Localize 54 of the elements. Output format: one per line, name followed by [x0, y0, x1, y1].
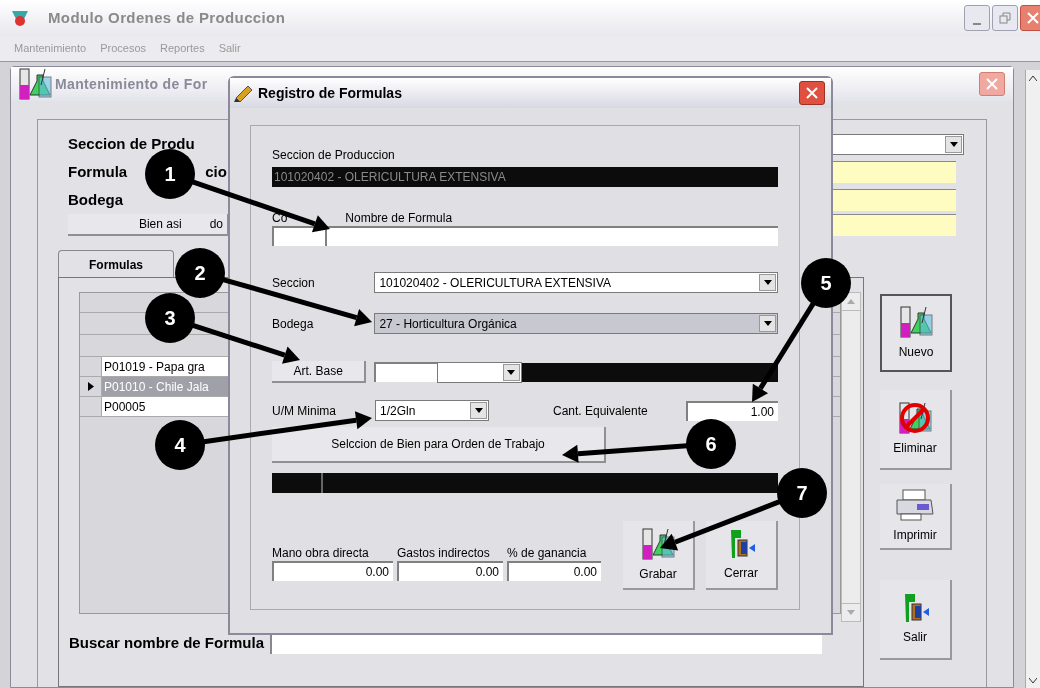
lab-glassware-icon: [898, 305, 934, 339]
restore-icon: [999, 12, 1011, 24]
cost-field[interactable]: 0.00: [507, 561, 601, 581]
art-base-button[interactable]: Art. Base: [272, 361, 367, 383]
field-label: Gastos indirectos: [397, 545, 491, 561]
field-label: Bodega: [68, 189, 123, 210]
search-label: Buscar nombre de Formula: [69, 633, 265, 653]
article-dropdown[interactable]: [437, 361, 522, 383]
toolbar-button[interactable]: Salir: [880, 580, 952, 660]
close-icon: [986, 78, 998, 90]
article-code-field[interactable]: [374, 362, 438, 382]
field-label: Cant. Equivalente: [553, 402, 648, 420]
warehouse-dropdown[interactable]: 27 - Horticultura Orgánica: [374, 313, 778, 334]
field-label: U/M Minima: [272, 402, 337, 420]
field-label: Seccion de Produccion: [272, 147, 396, 162]
cost-field[interactable]: 0.00: [272, 561, 393, 581]
no-glassware-icon: [897, 401, 933, 435]
toolbar-button[interactable]: Imprimir: [880, 484, 952, 550]
scroll-down-icon[interactable]: [1029, 677, 1037, 683]
field-label: Seccion: [272, 274, 316, 292]
unit-dropdown[interactable]: 1/2Gln: [375, 400, 489, 421]
field-label: Mano obra directa: [272, 545, 370, 561]
formula-name-field[interactable]: [324, 226, 778, 246]
quantity-field[interactable]: 1.00: [686, 400, 778, 421]
dialog-button[interactable]: Grabar: [623, 521, 695, 590]
app-logo-icon: [10, 9, 30, 27]
code-field[interactable]: [272, 226, 325, 246]
toolbar-button[interactable]: Eliminar: [880, 390, 952, 470]
printer-icon: [895, 488, 935, 522]
close-icon: [806, 87, 818, 99]
field-label: % de ganancia: [507, 545, 588, 561]
cost-field[interactable]: 0.00: [397, 561, 503, 581]
readonly-field: 101020402 - OLERICULTURA EXTENSIVA: [272, 167, 778, 187]
assign-button[interactable]: Bien asi do: [68, 214, 229, 236]
section-dropdown[interactable]: 101020402 - OLERICULTURA EXTENSIVA: [374, 272, 778, 293]
close-icon: [1027, 12, 1039, 24]
dialog-button[interactable]: Cerrar: [706, 521, 778, 590]
child-window-title: Mantenimiento de For: [55, 74, 208, 94]
close-button[interactable]: [1020, 5, 1040, 31]
field-label: Nombre de Formula: [345, 211, 453, 225]
field-label: Bodega: [272, 315, 315, 333]
toolbar-button[interactable]: Nuevo: [880, 294, 952, 372]
dialog-title: Registro de Formulas: [258, 83, 402, 103]
close-button[interactable]: [799, 81, 825, 105]
field-label: Co: [272, 211, 288, 225]
field-label: Formula: [68, 161, 128, 182]
tab[interactable]: Formulas: [58, 250, 174, 278]
scroll-up-icon[interactable]: [1029, 75, 1037, 81]
close-button[interactable]: [979, 72, 1005, 96]
scrollbar[interactable]: [1025, 70, 1040, 688]
field-label: cio: [205, 161, 227, 182]
select-item-button[interactable]: Selccion de Bien para Orden de Trabajo: [272, 427, 606, 463]
minimize-button[interactable]: [964, 5, 990, 31]
app-title: Modulo Ordenes de Produccion: [48, 7, 286, 28]
